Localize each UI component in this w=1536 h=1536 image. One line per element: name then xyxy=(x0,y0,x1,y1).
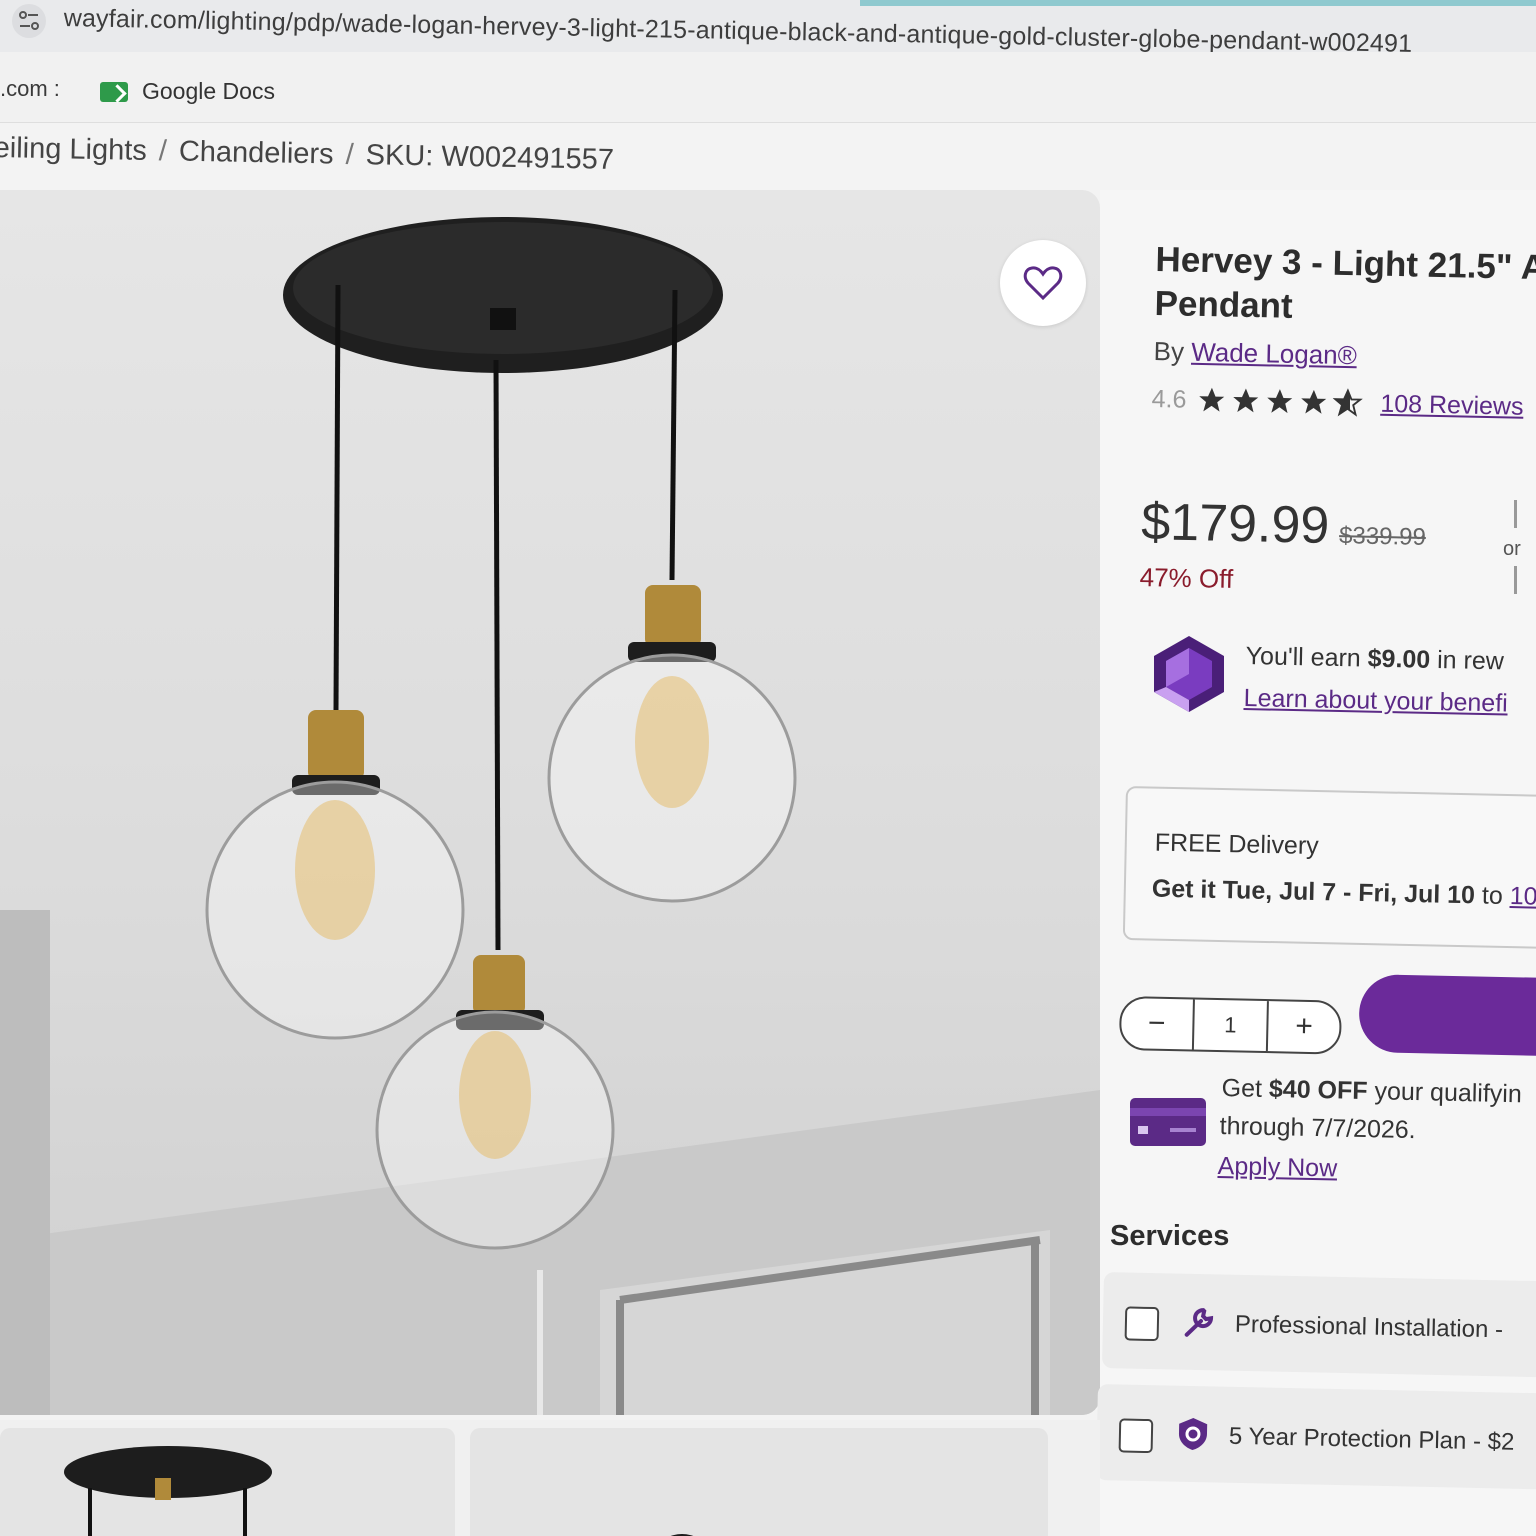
star-icon xyxy=(1233,388,1259,413)
thumbnail-2[interactable] xyxy=(470,1428,1048,1536)
zip-code-link[interactable]: 100 xyxy=(1509,882,1536,911)
wrench-icon xyxy=(1184,1308,1214,1337)
rewards-suffix: in rew xyxy=(1429,645,1505,676)
delivery-date-range: Get it Tue, Jul 7 - Fri, Jul 10 xyxy=(1151,874,1476,910)
service-installation[interactable]: Professional Installation - xyxy=(1101,1272,1536,1378)
delivery-box: FREE Delivery Get it Tue, Jul 7 - Fri, J… xyxy=(1122,786,1536,950)
shield-icon xyxy=(1178,1418,1208,1450)
product-title: Hervey 3 - Light 21.5" An Pendant xyxy=(1154,238,1536,335)
brand-link[interactable]: Wade Logan® xyxy=(1191,337,1357,370)
favorite-button[interactable] xyxy=(1000,240,1086,326)
star-icon xyxy=(1300,389,1326,414)
rating-value: 4.6 xyxy=(1151,384,1187,414)
offer-suffix: your qualifyin xyxy=(1367,1077,1523,1109)
protection-plan-checkbox[interactable] xyxy=(1118,1418,1154,1454)
divider xyxy=(1514,500,1517,528)
current-price: $179.99 xyxy=(1140,492,1330,555)
by-prefix: By xyxy=(1153,336,1185,367)
star-icon xyxy=(1199,387,1225,412)
offer-amount: $40 OFF xyxy=(1268,1074,1368,1106)
bookmark-google-docs[interactable]: Google Docs xyxy=(100,78,275,105)
card-offer-line2: through 7/7/2026. xyxy=(1219,1112,1416,1145)
rewards-prefix: You'll earn xyxy=(1245,642,1368,673)
rewards-amount: $9.00 xyxy=(1367,644,1431,674)
site-settings-icon[interactable] xyxy=(12,4,46,38)
address-bar[interactable]: wayfair.com/lighting/pdp/wade-logan-herv… xyxy=(0,0,1536,58)
breadcrumb-separator: / xyxy=(158,135,168,168)
thumbnail-image xyxy=(64,1446,272,1536)
delivery-title: FREE Delivery xyxy=(1154,828,1319,861)
breadcrumb-ceiling-lights[interactable]: eiling Lights xyxy=(0,132,147,167)
delivery-to: to xyxy=(1474,881,1511,911)
breadcrumb: eiling Lights / Chandeliers / SKU: W00249155… xyxy=(0,132,614,177)
thumbnail-1[interactable] xyxy=(0,1428,455,1536)
product-title-line2: Pendant xyxy=(1154,283,1294,326)
rewards-gem-icon xyxy=(1154,636,1224,712)
breadcrumb-chandeliers[interactable]: Chandeliers xyxy=(179,136,334,171)
credit-card-icon xyxy=(1130,1098,1206,1146)
rewards-benefits-link[interactable]: Learn about your benefi xyxy=(1243,684,1508,718)
quantity-decrease-button[interactable]: − xyxy=(1121,998,1193,1049)
or-label: or xyxy=(1503,538,1521,560)
product-image[interactable] xyxy=(0,190,1100,1415)
google-docs-icon xyxy=(100,81,128,102)
url-text[interactable]: wayfair.com/lighting/pdp/wade-logan-herv… xyxy=(63,4,1412,59)
protection-plan-label: 5 Year Protection Plan - $2 xyxy=(1228,1422,1515,1456)
bookmark-label: Google Docs xyxy=(142,78,275,104)
bookmark-item[interactable]: .com : xyxy=(0,76,60,102)
heart-icon xyxy=(1023,266,1063,301)
offer-prefix: Get xyxy=(1221,1074,1270,1103)
add-to-cart-button[interactable] xyxy=(1358,974,1536,1058)
divider xyxy=(1514,566,1517,594)
browser-screen: wayfair.com/lighting/pdp/wade-logan-herv… xyxy=(0,0,1536,1536)
apply-now-row: Apply Now xyxy=(1217,1152,1337,1183)
product-byline: By Wade Logan® xyxy=(1153,336,1357,371)
star-rating xyxy=(1196,385,1363,418)
apply-now-link[interactable]: Apply Now xyxy=(1217,1152,1337,1182)
rewards-link-row: Learn about your benefi xyxy=(1243,684,1508,719)
delivery-date: Get it Tue, Jul 7 - Fri, Jul 10 to 100 xyxy=(1152,875,1536,912)
thumbnail-image xyxy=(670,1534,694,1536)
pendant-photo xyxy=(0,217,1100,1415)
rewards-text: You'll earn $9.00 in rew xyxy=(1245,642,1504,676)
reviews-link[interactable]: 108 Reviews xyxy=(1380,389,1524,421)
service-protection-plan[interactable]: 5 Year Protection Plan - $2 xyxy=(1095,1384,1536,1490)
discount-label: 47% Off xyxy=(1139,562,1234,594)
tab-strip-accent xyxy=(860,0,1536,6)
quantity-stepper: − 1 + xyxy=(1118,996,1342,1055)
quantity-input[interactable]: 1 xyxy=(1191,999,1270,1052)
star-icon xyxy=(1267,389,1292,414)
half-star-icon xyxy=(1332,388,1363,417)
installation-label: Professional Installation - xyxy=(1234,1310,1504,1344)
breadcrumb-sku: SKU: W002491557 xyxy=(365,139,615,176)
services-heading: Services xyxy=(1110,1220,1230,1252)
quantity-increase-button[interactable]: + xyxy=(1268,1001,1340,1052)
installation-checkbox[interactable] xyxy=(1124,1306,1160,1342)
original-price: $339.99 xyxy=(1338,522,1427,551)
price-block: $179.99 $339.99 xyxy=(1141,492,1427,558)
breadcrumb-separator: / xyxy=(345,138,354,171)
bookmarks-bar: .com : Google Docs xyxy=(0,52,1536,123)
